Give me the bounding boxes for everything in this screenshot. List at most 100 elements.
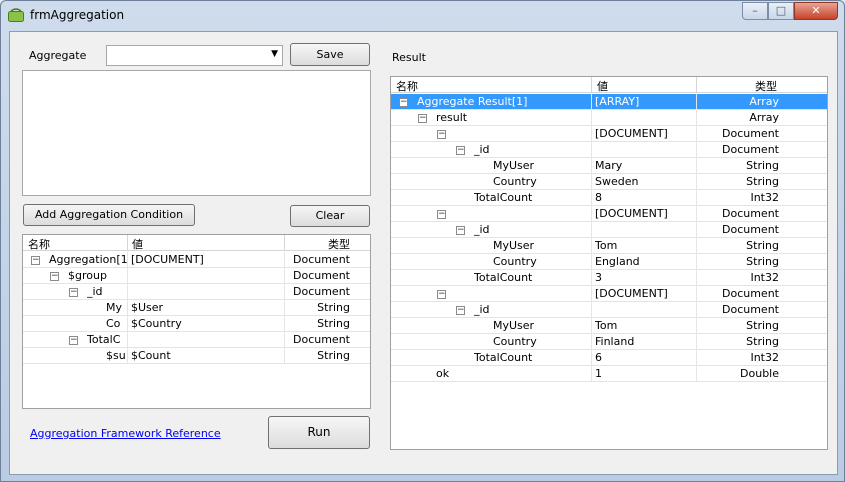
run-button[interactable]: Run xyxy=(268,416,370,449)
cell-type: Int32 xyxy=(750,351,779,364)
collapse-toggle-icon[interactable]: − xyxy=(456,306,465,315)
column-divider[interactable] xyxy=(284,235,285,251)
column-header-type[interactable]: 类型 xyxy=(701,78,777,94)
tree-row[interactable]: TotalCount 6 Int32 xyxy=(391,350,827,366)
client-area: Aggregate ▼ Save Add Aggregation Conditi… xyxy=(9,31,838,475)
tree-row[interactable]: TotalCount 3 Int32 xyxy=(391,270,827,286)
clear-button[interactable]: Clear xyxy=(290,205,370,227)
cell-type: String xyxy=(317,349,350,362)
collapse-toggle-icon[interactable]: − xyxy=(456,146,465,155)
tree-row[interactable]: − _id Document xyxy=(391,302,827,318)
aggregation-editor[interactable] xyxy=(22,70,371,196)
cell-value: England xyxy=(595,255,640,268)
collapse-toggle-icon[interactable]: − xyxy=(418,114,427,123)
result-tree-grid[interactable]: 名称 値 类型 − Aggregate Result[1] [ARRAY] Array… xyxy=(390,76,828,450)
cell-divider xyxy=(591,350,592,366)
collapse-toggle-icon[interactable]: − xyxy=(69,336,78,345)
cell-type: String xyxy=(746,255,779,268)
cell-value: Tom xyxy=(595,319,618,332)
cell-type: String xyxy=(746,175,779,188)
tree-row[interactable]: − _id Document xyxy=(391,142,827,158)
collapse-toggle-icon[interactable]: − xyxy=(31,256,40,265)
tree-row[interactable]: TotalCount 8 Int32 xyxy=(391,190,827,206)
cell-value: Tom xyxy=(595,239,618,252)
tree-row[interactable]: $su $Count String xyxy=(23,348,370,364)
cell-name: My xyxy=(106,301,123,314)
add-aggregation-condition-button[interactable]: Add Aggregation Condition xyxy=(23,204,195,226)
cell-divider xyxy=(591,158,592,174)
cell-name: Country xyxy=(493,335,537,348)
cell-name: _id xyxy=(474,303,490,316)
collapse-toggle-icon[interactable]: − xyxy=(437,130,446,139)
aggregation-framework-reference-link[interactable]: Aggregation Framework Reference xyxy=(30,427,221,440)
cell-type: Int32 xyxy=(750,271,779,284)
grid-header: 名称 値 类型 xyxy=(23,235,370,251)
tree-row[interactable]: Country Sweden String xyxy=(391,174,827,190)
collapse-toggle-icon[interactable]: − xyxy=(437,290,446,299)
tree-row[interactable]: MyUser Tom String xyxy=(391,318,827,334)
tree-row[interactable]: MyUser Mary String xyxy=(391,158,827,174)
cell-name: _id xyxy=(474,143,490,156)
cell-value: $Count xyxy=(131,349,171,362)
cell-type: Document xyxy=(722,127,779,140)
tree-row[interactable]: My $User String xyxy=(23,300,370,316)
maximize-icon: □ xyxy=(775,4,787,17)
tree-row[interactable]: − TotalC Document xyxy=(23,332,370,348)
aggregate-combo[interactable]: ▼ xyxy=(106,45,283,66)
grid-header: 名称 値 类型 xyxy=(391,77,827,93)
cell-type: Document xyxy=(293,269,350,282)
tree-row[interactable]: Co $Country String xyxy=(23,316,370,332)
column-divider[interactable] xyxy=(591,77,592,93)
tree-row[interactable]: MyUser Tom String xyxy=(391,238,827,254)
tree-row[interactable]: − [DOCUMENT] Document xyxy=(391,286,827,302)
cell-name: TotalCount xyxy=(474,191,533,204)
cell-value: $User xyxy=(131,301,164,314)
column-header-name[interactable]: 名称 xyxy=(396,78,418,94)
cell-value: 3 xyxy=(595,271,602,284)
column-header-name[interactable]: 名称 xyxy=(28,236,50,252)
cell-divider xyxy=(127,268,128,284)
close-button[interactable]: ✕ xyxy=(794,2,838,20)
cell-divider xyxy=(127,348,128,364)
collapse-toggle-icon[interactable]: − xyxy=(50,272,59,281)
app-icon xyxy=(8,8,24,22)
minimize-button[interactable]: – xyxy=(742,2,768,20)
cell-value: $Country xyxy=(131,317,182,330)
tree-row[interactable]: Country England String xyxy=(391,254,827,270)
collapse-toggle-icon[interactable]: − xyxy=(399,98,408,107)
tree-row[interactable]: − [DOCUMENT] Document xyxy=(391,206,827,222)
tree-row[interactable]: − _id Document xyxy=(23,284,370,300)
app-window: frmAggregation – □ ✕ Aggregate ▼ Save Ad… xyxy=(0,0,845,482)
cell-divider xyxy=(591,190,592,206)
tree-row[interactable]: − Aggregation[1] [DOCUMENT] Document xyxy=(23,252,370,268)
tree-row[interactable]: ok 1 Double xyxy=(391,366,827,382)
cell-divider xyxy=(127,332,128,348)
collapse-toggle-icon[interactable]: − xyxy=(456,226,465,235)
collapse-toggle-icon[interactable]: − xyxy=(69,288,78,297)
tree-row[interactable]: − _id Document xyxy=(391,222,827,238)
collapse-toggle-icon[interactable]: − xyxy=(437,210,446,219)
tree-row[interactable]: − result Array xyxy=(391,110,827,126)
column-header-value[interactable]: 値 xyxy=(597,78,608,94)
column-header-value[interactable]: 値 xyxy=(132,236,143,252)
column-divider[interactable] xyxy=(127,235,128,251)
maximize-button[interactable]: □ xyxy=(768,2,794,20)
cell-divider xyxy=(591,270,592,286)
tree-row[interactable]: − [DOCUMENT] Document xyxy=(391,126,827,142)
cell-value: 8 xyxy=(595,191,602,204)
cell-name: TotalCount xyxy=(474,351,533,364)
tree-row[interactable]: − Aggregate Result[1] [ARRAY] Array xyxy=(391,94,827,110)
column-divider[interactable] xyxy=(696,77,697,93)
tree-row[interactable]: Country Finland String xyxy=(391,334,827,350)
tree-row[interactable]: − $group Document xyxy=(23,268,370,284)
cell-name: MyUser xyxy=(493,239,535,252)
column-header-type[interactable]: 类型 xyxy=(288,236,350,252)
title-bar[interactable]: frmAggregation – □ ✕ xyxy=(1,1,844,31)
cell-name: Country xyxy=(493,175,537,188)
result-label: Result xyxy=(392,51,426,64)
cell-divider xyxy=(127,284,128,300)
aggregation-tree-grid[interactable]: 名称 値 类型 − Aggregation[1] [DOCUMENT] Documen… xyxy=(22,234,371,409)
cell-name: TotalCount xyxy=(474,271,533,284)
cell-type: Document xyxy=(293,285,350,298)
save-button[interactable]: Save xyxy=(290,43,370,66)
